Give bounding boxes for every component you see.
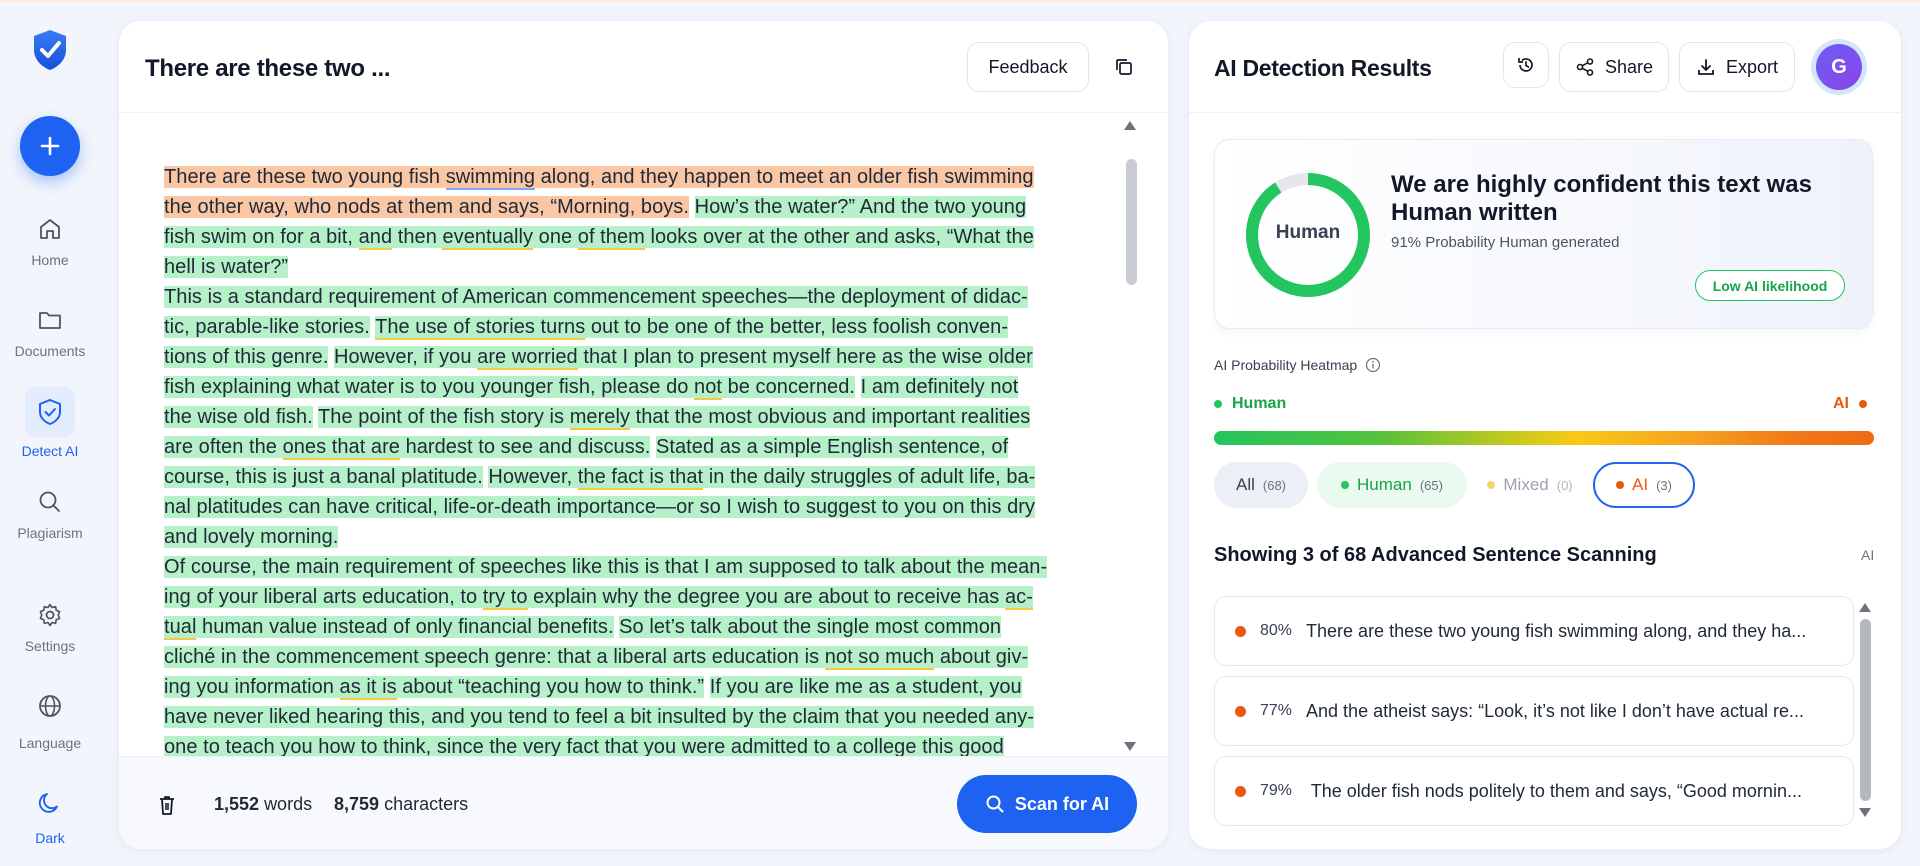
scroll-up-arrow[interactable] bbox=[1124, 121, 1136, 130]
list-item[interactable]: 77% And the atheist says: “Look, it’s no… bbox=[1214, 676, 1854, 746]
scan-for-ai-button[interactable]: Scan for AI bbox=[957, 775, 1137, 833]
logo-shield-icon[interactable] bbox=[30, 28, 70, 72]
results-title: AI Detection Results bbox=[1214, 55, 1432, 81]
editor-scrollbar[interactable] bbox=[1126, 159, 1137, 285]
top-accent-line bbox=[0, 0, 1920, 2]
user-avatar[interactable]: G bbox=[1811, 39, 1867, 95]
feedback-button[interactable]: Feedback bbox=[967, 42, 1089, 92]
sidebar-item-label: Language bbox=[18, 735, 82, 751]
search-icon bbox=[986, 795, 1004, 813]
download-icon bbox=[1698, 59, 1714, 75]
plus-icon bbox=[40, 136, 60, 156]
editor-footer: 1,552 words 8,759 characters Scan for AI bbox=[119, 756, 1168, 849]
list-scrollbar[interactable] bbox=[1860, 619, 1871, 801]
summary-card: Human We are highly confident this text … bbox=[1214, 139, 1873, 329]
probability-heatmap-bar bbox=[1214, 431, 1874, 445]
sidebar-item-detect-ai[interactable]: Detect AI bbox=[0, 387, 100, 459]
sidebar-item-language[interactable]: Language bbox=[0, 691, 100, 751]
moon-icon bbox=[35, 788, 65, 818]
results-panel: AI Detection Results Share Export G Huma… bbox=[1189, 21, 1901, 849]
filter-mixed[interactable]: Mixed (0) bbox=[1477, 462, 1583, 508]
sidebar-item-plagiarism[interactable]: Plagiarism bbox=[0, 487, 100, 541]
share-button[interactable]: Share bbox=[1559, 42, 1669, 92]
sentence-scan-title: Showing 3 of 68 Advanced Sentence Scanni… bbox=[1214, 544, 1657, 566]
character-count: 8,759 characters bbox=[334, 794, 469, 814]
heatmap-legend-ai: AI bbox=[1833, 395, 1867, 413]
ai-dot-icon bbox=[1235, 705, 1246, 717]
sidebar-item-label: Plagiarism bbox=[17, 525, 83, 541]
paragraph: There are these two young fish swimming … bbox=[164, 162, 1168, 282]
sidebar-item-label: Home bbox=[31, 252, 69, 268]
copy-icon bbox=[1116, 59, 1132, 75]
summary-headline: We are highly confident this text was Hu… bbox=[1391, 171, 1812, 226]
sidebar-item-label: Documents bbox=[14, 343, 86, 359]
sidebar-item-label: Settings bbox=[24, 638, 76, 654]
sidebar-item-home[interactable]: Home bbox=[0, 214, 100, 268]
sidebar-item-label: Dark bbox=[35, 830, 65, 846]
document-text[interactable]: There are these two young fish swimming … bbox=[164, 162, 1168, 756]
summary-subtext: 91% Probability Human generated bbox=[1391, 234, 1620, 251]
heatmap-legend-human: Human bbox=[1214, 395, 1286, 413]
list-scroll-down-arrow[interactable] bbox=[1859, 808, 1871, 817]
editor-header: There are these two ... Feedback bbox=[119, 21, 1168, 113]
filter-all[interactable]: All (68) bbox=[1214, 462, 1308, 508]
list-scroll-up-arrow[interactable] bbox=[1859, 603, 1871, 612]
search-icon bbox=[35, 487, 65, 517]
results-header: AI Detection Results Share Export G bbox=[1189, 21, 1901, 113]
trash-icon[interactable] bbox=[157, 794, 177, 816]
heatmap-label: AI Probability Heatmap bbox=[1214, 357, 1381, 373]
word-count: 1,552 words bbox=[214, 794, 313, 814]
sidebar-item-label: Detect AI bbox=[21, 443, 79, 459]
copy-button[interactable] bbox=[1101, 44, 1147, 90]
sidebar-item-documents[interactable]: Documents bbox=[0, 305, 100, 359]
ai-dot-icon bbox=[1235, 785, 1246, 797]
export-button[interactable]: Export bbox=[1679, 42, 1795, 92]
filter-human[interactable]: Human (65) bbox=[1317, 462, 1467, 508]
list-item[interactable]: 79% The older fish nods politely to them… bbox=[1214, 756, 1854, 826]
gear-icon bbox=[35, 600, 65, 630]
list-item[interactable]: 80% There are these two young fish swimm… bbox=[1214, 596, 1854, 666]
editor-panel: There are these two ... Feedback There a… bbox=[119, 21, 1168, 849]
donut-label: Human bbox=[1275, 222, 1341, 243]
new-document-button[interactable] bbox=[20, 116, 80, 176]
home-icon bbox=[35, 214, 65, 244]
ai-dot-icon bbox=[1235, 625, 1246, 637]
text-editor-area[interactable]: There are these two young fish swimming … bbox=[119, 114, 1168, 756]
scroll-down-arrow[interactable] bbox=[1124, 742, 1136, 751]
info-icon[interactable] bbox=[1365, 357, 1381, 373]
filter-ai[interactable]: AI (3) bbox=[1593, 462, 1695, 508]
shield-check-icon bbox=[25, 387, 75, 437]
history-icon bbox=[1518, 58, 1533, 72]
sidebar-item-settings[interactable]: Settings bbox=[0, 600, 100, 654]
folder-icon bbox=[35, 305, 65, 335]
globe-icon bbox=[35, 691, 65, 721]
paragraph: This is a standard requirement of Americ… bbox=[164, 282, 1168, 552]
document-title[interactable]: There are these two ... bbox=[145, 55, 390, 83]
share-icon bbox=[1576, 58, 1594, 76]
sidebar: Home Documents Detect AI Plagiarism Sett… bbox=[0, 0, 100, 866]
sidebar-item-dark-mode[interactable]: Dark bbox=[0, 788, 100, 846]
sentence-scan-tag: AI bbox=[1861, 547, 1875, 563]
likelihood-badge: Low AI likelihood bbox=[1695, 270, 1845, 301]
history-button[interactable] bbox=[1503, 42, 1549, 88]
paragraph: Of course, the main requirement of speec… bbox=[164, 552, 1168, 756]
